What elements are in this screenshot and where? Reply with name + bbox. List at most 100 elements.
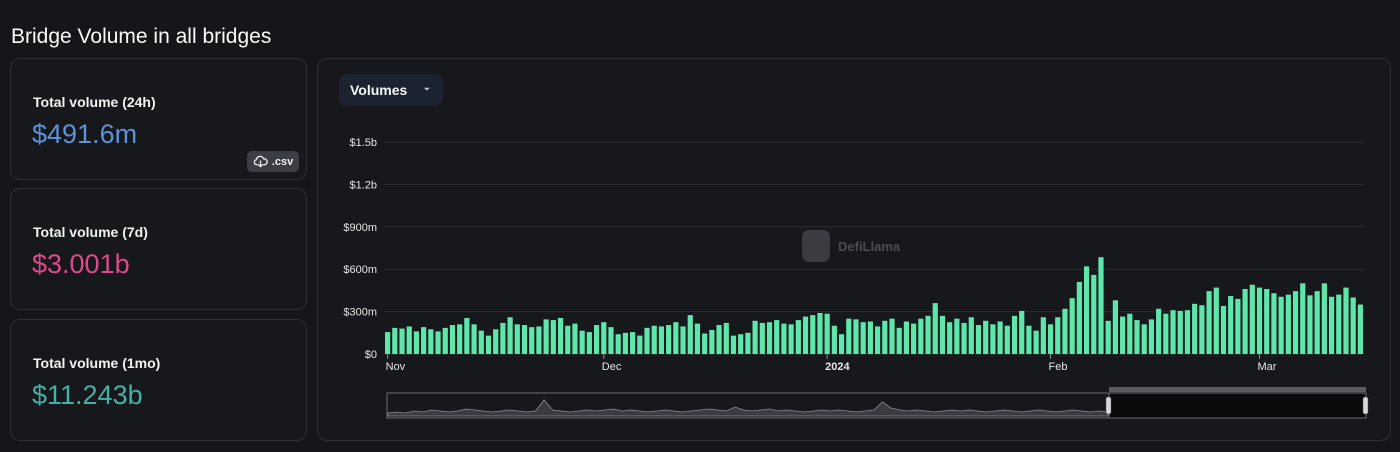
bar: [723, 322, 729, 354]
bar: [435, 331, 441, 354]
bar: [478, 330, 484, 354]
defillama-watermark: DefiLlama: [802, 230, 901, 262]
x-tick-label: Nov: [386, 361, 406, 373]
bar: [1264, 288, 1270, 354]
bar: [1357, 304, 1363, 354]
bar: [457, 324, 463, 354]
bar: [673, 322, 679, 354]
bar: [550, 320, 556, 354]
bar: [543, 319, 549, 354]
bar: [853, 319, 859, 354]
bar: [867, 321, 873, 354]
bar: [709, 329, 715, 354]
bar: [500, 322, 506, 354]
bar: [817, 313, 823, 354]
llama-logo-icon: [802, 230, 830, 262]
bar: [889, 318, 895, 354]
bar: [1076, 281, 1082, 354]
bar: [903, 321, 910, 354]
bar: [1235, 298, 1241, 354]
bar: [1112, 300, 1118, 354]
bar: [1177, 310, 1183, 354]
bar: [1242, 288, 1248, 354]
bar: [1220, 305, 1227, 354]
bar: [702, 333, 708, 354]
watermark-text: DefiLlama: [838, 239, 901, 254]
bar: [1011, 315, 1018, 354]
bar: [1019, 310, 1025, 354]
bar: [622, 332, 628, 354]
range-selection[interactable]: [1108, 392, 1367, 419]
bar: [1062, 308, 1068, 354]
bar: [399, 328, 405, 354]
bar: [1004, 325, 1010, 354]
range-handle-left[interactable]: [1105, 396, 1112, 415]
bar: [385, 332, 391, 354]
y-tick-label: $1.5b: [349, 137, 377, 149]
bar: [565, 325, 571, 354]
bar: [997, 321, 1003, 354]
bar: [572, 323, 578, 354]
bar: [1091, 274, 1097, 354]
bar: [1134, 320, 1140, 354]
bar: [680, 326, 686, 354]
bar: [428, 329, 434, 354]
bar: [1163, 313, 1169, 354]
bar: [392, 327, 398, 354]
volume-bar-chart: $0 $300m $600m $900m $1.2b $1.5b DefiLlama Nov D…: [343, 137, 1369, 419]
bar: [485, 335, 492, 354]
bar: [846, 318, 852, 354]
bar: [911, 323, 917, 354]
bar: [493, 329, 499, 354]
bar: [1271, 293, 1277, 354]
bar: [860, 322, 866, 354]
bar: [464, 317, 470, 354]
bar: [766, 322, 773, 354]
bar: [961, 322, 967, 354]
bar: [615, 334, 621, 354]
bar: [536, 326, 542, 354]
x-tick-label: Mar: [1258, 361, 1277, 373]
bar: [1213, 287, 1219, 354]
bar: [1083, 266, 1090, 354]
bar: [896, 327, 902, 354]
bar: [738, 334, 744, 354]
bar: [1256, 287, 1263, 354]
range-handle-right[interactable]: [1362, 396, 1369, 415]
bar: [1307, 295, 1313, 354]
y-tick-label: $1.2b: [349, 179, 377, 191]
bar: [630, 332, 636, 354]
bar: [1055, 317, 1061, 354]
x-tick-label: 2024: [825, 361, 850, 373]
bar: [954, 318, 960, 354]
bar: [1141, 324, 1147, 354]
bar: [875, 326, 881, 354]
x-tick-label: Feb: [1049, 361, 1068, 373]
bar: [1300, 283, 1306, 354]
bar: [471, 324, 477, 354]
x-tick-label: Dec: [602, 361, 622, 373]
bar: [1350, 297, 1356, 354]
y-tick-label: $900m: [343, 222, 377, 234]
bar: [745, 332, 751, 354]
bar: [1120, 316, 1126, 354]
bar: [882, 320, 888, 354]
bar: [1069, 298, 1075, 354]
bar: [521, 325, 528, 354]
bar: [824, 313, 830, 354]
minimap-area: [387, 399, 1109, 417]
bar: [1314, 291, 1320, 354]
bar: [1278, 296, 1284, 354]
bar: [1033, 330, 1039, 354]
bar: [601, 322, 607, 354]
bar: [990, 324, 996, 354]
bar: [557, 317, 564, 354]
bar: [1336, 294, 1342, 354]
bar: [413, 331, 420, 354]
range-selection-bar[interactable]: [1109, 387, 1366, 392]
bar: [579, 330, 585, 354]
bar: [1148, 319, 1155, 354]
bar: [925, 315, 931, 354]
bar: [514, 324, 520, 354]
bar: [774, 320, 780, 354]
